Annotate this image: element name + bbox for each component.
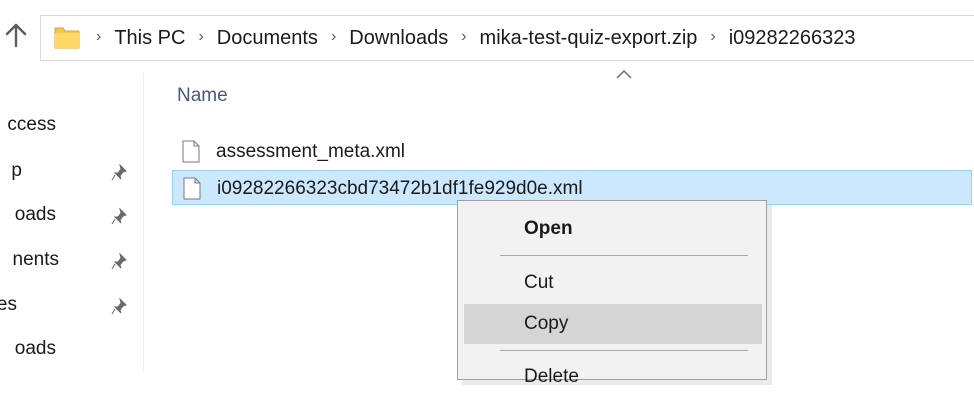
pin-icon	[111, 162, 127, 181]
pin-icon	[111, 296, 127, 315]
breadcrumb-documents[interactable]: Documents	[215, 27, 320, 50]
pin-icon	[111, 206, 127, 225]
menu-item-label: Delete	[524, 366, 579, 387]
up-arrow-icon[interactable]	[4, 22, 28, 48]
chevron-right-icon[interactable]: ›	[187, 28, 214, 46]
folder-icon	[54, 24, 80, 49]
nav-item-label: p	[11, 160, 22, 181]
menu-item-cut[interactable]: Cut	[464, 263, 762, 303]
nav-item-label: ccess	[7, 114, 56, 135]
chevron-right-icon[interactable]: ›	[320, 28, 347, 46]
chevron-right-icon[interactable]: ›	[450, 28, 477, 46]
name-column-header[interactable]: Name	[177, 85, 228, 107]
nav-item-quick-access[interactable]: ccess	[0, 110, 143, 140]
address-bar-area: › This PC › Documents › Downloads › mika…	[0, 0, 974, 73]
nav-item-desktop[interactable]: p	[0, 156, 143, 186]
breadcrumb: › This PC › Documents › Downloads › mika…	[96, 16, 858, 60]
menu-separator	[500, 350, 748, 351]
breadcrumb-current-folder[interactable]: i09282266323	[727, 27, 858, 50]
address-bar[interactable]: › This PC › Documents › Downloads › mika…	[40, 15, 974, 61]
nav-item-label: oads	[14, 204, 56, 225]
menu-item-label: Open	[524, 218, 573, 239]
document-icon	[182, 140, 200, 163]
nav-item-pictures[interactable]: es	[0, 290, 143, 320]
menu-item-copy[interactable]: Copy	[464, 304, 762, 344]
nav-item-label: oads	[14, 338, 56, 359]
menu-item-label: Copy	[524, 313, 569, 334]
context-menu: Open Cut Copy Delete	[457, 200, 767, 387]
menu-item-open[interactable]: Open	[464, 209, 762, 249]
nav-item-downloads-2[interactable]: oads	[0, 334, 143, 364]
pin-icon	[111, 251, 127, 270]
file-name: assessment_meta.xml	[216, 141, 406, 162]
nav-item-label: es	[0, 294, 17, 315]
breadcrumb-downloads[interactable]: Downloads	[347, 27, 450, 50]
chevron-right-icon[interactable]: ›	[96, 28, 112, 46]
chevron-right-icon[interactable]: ›	[699, 28, 726, 46]
sort-ascending-icon[interactable]	[614, 67, 634, 81]
breadcrumb-this-pc[interactable]: This PC	[112, 27, 187, 50]
menu-item-label: Cut	[524, 272, 554, 293]
nav-item-downloads[interactable]: oads	[0, 200, 143, 230]
menu-item-delete[interactable]: Delete	[464, 357, 762, 397]
file-row-assessment-meta[interactable]: assessment_meta.xml	[172, 134, 972, 169]
nav-item-documents[interactable]: nents	[0, 245, 143, 275]
document-icon	[183, 177, 201, 200]
navigation-pane: ccess p oads nents es oads	[0, 73, 144, 371]
menu-separator	[500, 255, 748, 256]
nav-item-label: nents	[12, 249, 59, 270]
breadcrumb-zip-archive[interactable]: mika-test-quiz-export.zip	[478, 27, 700, 50]
